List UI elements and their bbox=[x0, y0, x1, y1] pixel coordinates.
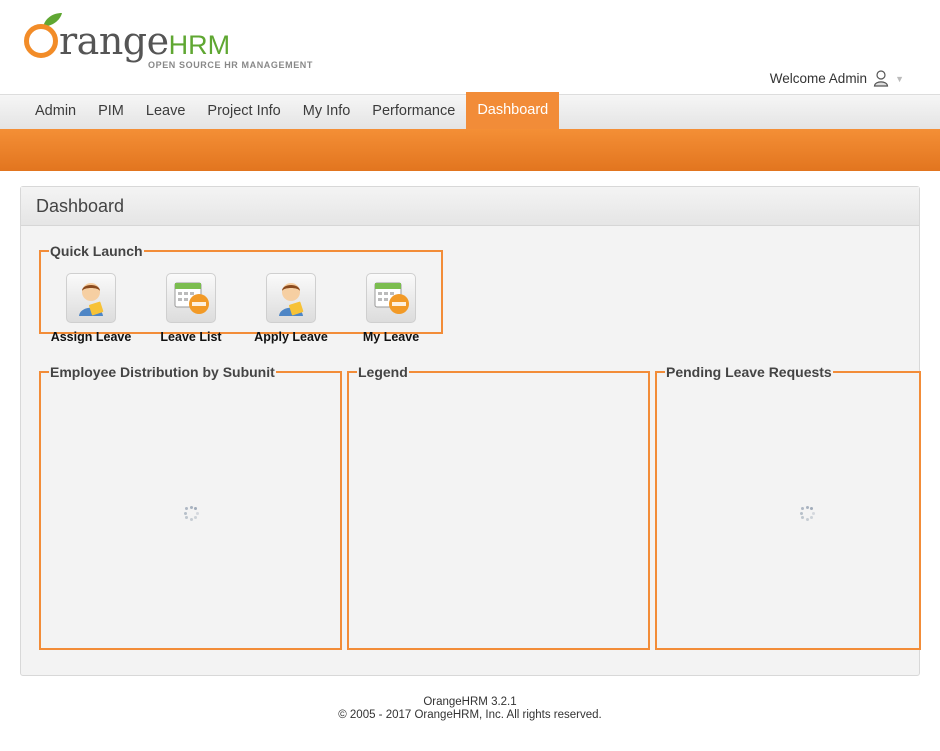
employee-distribution-legend: Employee Distribution by Subunit bbox=[50, 364, 275, 380]
welcome-menu[interactable]: Welcome Admin ▼ bbox=[770, 70, 904, 87]
quick-launch-panel: Quick Launch Assign Leave Leave List App… bbox=[39, 243, 443, 344]
employee-distribution-panel: Employee Distribution by Subunit bbox=[39, 364, 342, 650]
dashboard-title: Dashboard bbox=[21, 187, 919, 226]
person-assign-icon bbox=[66, 273, 116, 323]
quick-launch-apply-leave[interactable]: Apply Leave bbox=[241, 273, 341, 344]
footer-version: OrangeHRM 3.2.1 bbox=[423, 696, 517, 708]
pending-leave-requests-panel: Pending Leave Requests bbox=[655, 364, 921, 650]
menu-dashboard[interactable]: Dashboard bbox=[466, 92, 560, 130]
orangehrm-logo[interactable]: rangeHRM OPEN SOURCE HR MANAGEMENT bbox=[24, 12, 324, 72]
person-apply-icon bbox=[266, 273, 316, 323]
caret-down-icon[interactable]: ▼ bbox=[895, 74, 904, 84]
calendar-my-icon bbox=[366, 273, 416, 323]
calendar-list-icon bbox=[166, 273, 216, 323]
spinner-icon bbox=[183, 505, 199, 521]
quick-launch-leave-list[interactable]: Leave List bbox=[141, 273, 241, 344]
menu-my-info[interactable]: My Info bbox=[292, 95, 362, 130]
menu-pim[interactable]: PIM bbox=[87, 95, 135, 130]
quick-launch-label: Assign Leave bbox=[50, 330, 132, 344]
pending-leave-legend: Pending Leave Requests bbox=[666, 364, 832, 380]
menu-admin[interactable]: Admin bbox=[24, 95, 87, 130]
quick-launch-my-leave[interactable]: My Leave bbox=[341, 273, 441, 344]
quick-launch-assign-leave[interactable]: Assign Leave bbox=[41, 273, 141, 344]
quick-launch-label: Apply Leave bbox=[254, 330, 328, 344]
logo-tagline: OPEN SOURCE HR MANAGEMENT bbox=[148, 60, 314, 70]
logo-text-hrm: HRM bbox=[168, 30, 231, 60]
quick-launch-legend: Quick Launch bbox=[50, 243, 143, 259]
footer-copyright: © 2005 - 2017 OrangeHRM, Inc. All rights… bbox=[338, 709, 602, 721]
quick-launch-label: Leave List bbox=[160, 330, 222, 344]
submenu-bar bbox=[0, 129, 940, 171]
logo-o-ring bbox=[24, 24, 58, 58]
user-icon bbox=[873, 70, 889, 87]
menu-leave[interactable]: Leave bbox=[135, 95, 197, 130]
main-menu: Admin PIM Leave Project Info My Info Per… bbox=[0, 92, 940, 130]
footer: OrangeHRM 3.2.1 © 2005 - 2017 OrangeHRM,… bbox=[0, 696, 940, 722]
dashboard-box: Dashboard Quick Launch Assign Leave Leav… bbox=[20, 186, 921, 676]
header: rangeHRM OPEN SOURCE HR MANAGEMENT Welco… bbox=[0, 0, 940, 94]
legend-panel-title: Legend bbox=[358, 364, 408, 380]
menu-performance[interactable]: Performance bbox=[361, 95, 466, 130]
welcome-text: Welcome Admin bbox=[769, 71, 868, 86]
spinner-icon bbox=[799, 505, 815, 521]
quick-launch-label: My Leave bbox=[362, 330, 420, 344]
legend-panel: Legend bbox=[347, 364, 650, 650]
logo-text-range: range bbox=[59, 19, 169, 63]
menu-project-info[interactable]: Project Info bbox=[196, 95, 291, 130]
